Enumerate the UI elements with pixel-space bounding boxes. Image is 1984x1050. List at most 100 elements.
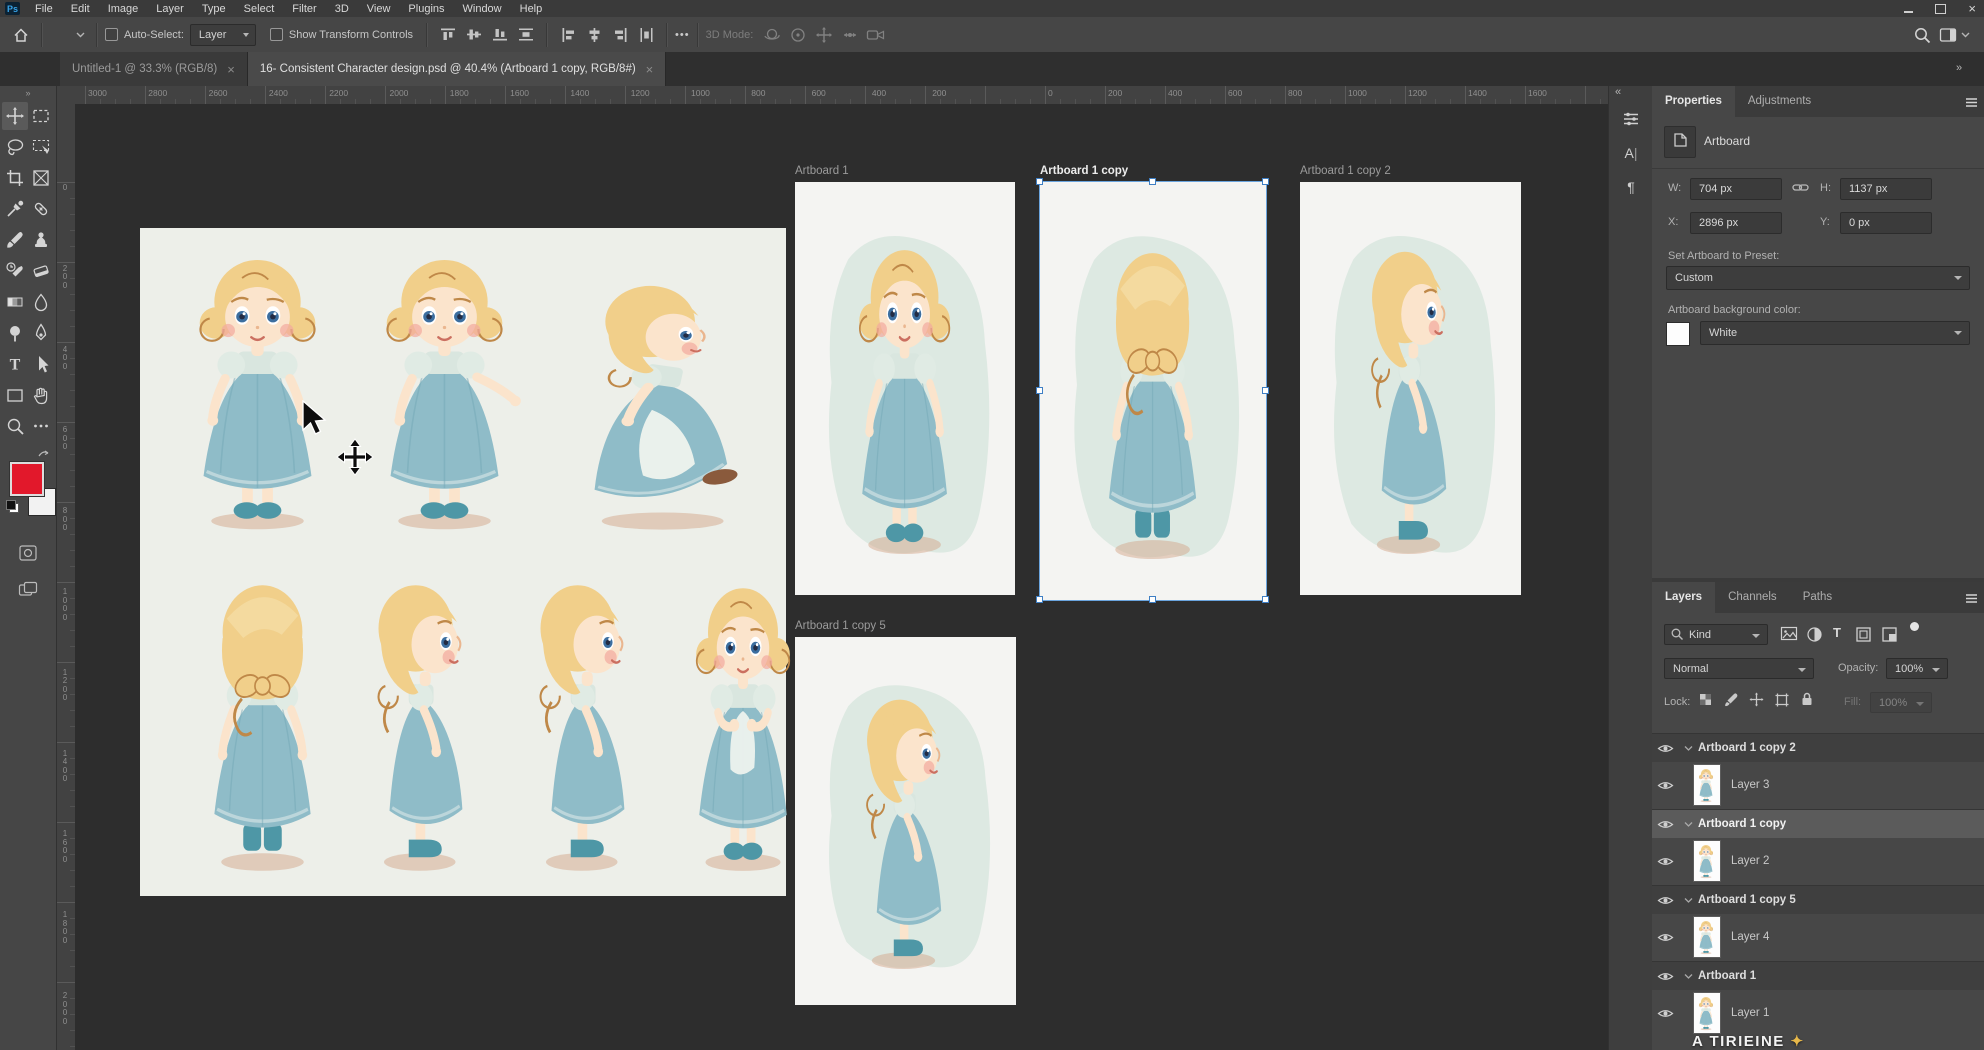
menu-edit[interactable]: Edit: [62, 2, 99, 16]
artboard-1[interactable]: [795, 182, 1015, 595]
canvas-area[interactable]: Artboard 1 Artboard 1 copy Artboard 1 copy…: [75, 104, 1608, 1050]
filter-pixel-layers-icon[interactable]: [1780, 626, 1798, 646]
opacity-dropdown[interactable]: 100%: [1886, 658, 1948, 679]
transform-handle[interactable]: [1036, 596, 1043, 603]
search-icon[interactable]: [1909, 23, 1935, 47]
close-tab-icon[interactable]: ×: [646, 62, 654, 77]
ruler-origin-corner[interactable]: [57, 86, 76, 105]
tab-properties[interactable]: Properties: [1652, 86, 1735, 117]
foreground-color-swatch[interactable]: [10, 462, 44, 496]
tool-rectangular-marquee[interactable]: [28, 102, 54, 130]
default-colors-icon[interactable]: [6, 500, 19, 513]
tool-eraser[interactable]: [28, 257, 54, 285]
more-align-options-button[interactable]: •••: [675, 29, 690, 41]
blend-mode-dropdown[interactable]: Normal: [1664, 658, 1814, 679]
tool-zoom[interactable]: [2, 412, 28, 440]
tool-dodge[interactable]: [2, 319, 28, 347]
tool-healing-brush[interactable]: [28, 195, 54, 223]
align-bottom-icon[interactable]: [487, 23, 513, 47]
filter-smart-objects-icon[interactable]: [1881, 626, 1898, 648]
chevron-down-icon[interactable]: [1961, 29, 1970, 41]
close-button[interactable]: ×: [1968, 2, 1976, 15]
align-vertical-centers-icon[interactable]: [461, 23, 487, 47]
layer-row[interactable]: Layer 2: [1652, 837, 1984, 885]
layer-thumbnail[interactable]: [1693, 916, 1721, 958]
panel-menu-icon[interactable]: [1958, 586, 1984, 610]
tool-lasso[interactable]: [2, 133, 28, 161]
visibility-eye-icon[interactable]: [1652, 1008, 1678, 1019]
tool-move[interactable]: [2, 102, 28, 130]
toolbar-collapse-icon[interactable]: »: [0, 86, 56, 98]
reference-sheet-image[interactable]: [140, 228, 786, 896]
menu-plugins[interactable]: Plugins: [399, 2, 453, 16]
expand-chevron-icon[interactable]: [1678, 745, 1698, 752]
artboard-name-label[interactable]: Artboard 1: [795, 165, 849, 177]
artboard-name-label[interactable]: Artboard 1 copy: [1040, 165, 1128, 177]
tool-object-selection[interactable]: [28, 133, 54, 161]
visibility-eye-icon[interactable]: [1652, 819, 1678, 830]
transform-handle[interactable]: [1036, 178, 1043, 185]
chevron-down-icon[interactable]: [76, 29, 85, 41]
menu-file[interactable]: File: [26, 2, 62, 16]
link-dimensions-icon[interactable]: [1792, 180, 1809, 200]
vertical-ruler[interactable]: 0200400600800100012001400160018002000: [57, 104, 76, 1050]
filter-type-layers-icon[interactable]: T: [1833, 625, 1841, 640]
tool-pen[interactable]: [28, 319, 54, 347]
layer-row-artboard[interactable]: Artboard 1: [1652, 961, 1984, 990]
horizontal-ruler[interactable]: 3000280026002400220020001800160014001200…: [75, 86, 1608, 105]
visibility-eye-icon[interactable]: [1652, 971, 1678, 982]
minimize-button[interactable]: [1904, 11, 1913, 13]
tool-history-brush[interactable]: [2, 257, 28, 285]
tool-more-tools[interactable]: [28, 412, 54, 440]
lock-all-icon[interactable]: [1800, 691, 1814, 712]
layer-row[interactable]: Layer 3: [1652, 761, 1984, 809]
move-tool-icon[interactable]: [50, 23, 76, 47]
align-left-icon[interactable]: [555, 23, 581, 47]
visibility-eye-icon[interactable]: [1652, 780, 1678, 791]
transform-handle[interactable]: [1262, 387, 1269, 394]
transform-handle[interactable]: [1149, 596, 1156, 603]
transform-handle[interactable]: [1036, 387, 1043, 394]
tool-eyedropper[interactable]: [2, 195, 28, 223]
layer-row-artboard[interactable]: Artboard 1 copy: [1652, 809, 1984, 838]
distribute-vertical-icon[interactable]: [513, 23, 539, 47]
transform-handle[interactable]: [1149, 178, 1156, 185]
tab-channels[interactable]: Channels: [1715, 582, 1790, 613]
layer-thumbnail[interactable]: [1693, 764, 1721, 806]
artboard-1-copy[interactable]: [1040, 182, 1266, 600]
show-transform-checkbox[interactable]: [270, 28, 283, 41]
visibility-eye-icon[interactable]: [1652, 895, 1678, 906]
document-tab-0[interactable]: Untitled-1 @ 33.3% (RGB/8)×: [60, 52, 248, 86]
lock-pixels-icon[interactable]: [1724, 692, 1739, 712]
auto-select-target-dropdown[interactable]: Layer: [190, 24, 256, 46]
lock-transparency-icon[interactable]: [1698, 692, 1713, 712]
artboard-name-label[interactable]: Artboard 1 copy 2: [1300, 165, 1391, 177]
layer-row-artboard[interactable]: Artboard 1 copy 2: [1652, 733, 1984, 762]
layer-thumbnail[interactable]: [1693, 992, 1721, 1034]
artboard-1-copy-5[interactable]: [795, 637, 1016, 1005]
artboard-1-copy-2[interactable]: [1300, 182, 1521, 595]
tool-clone-stamp[interactable]: [28, 226, 54, 254]
tool-gradient[interactable]: [2, 288, 28, 316]
filter-toggle-icon[interactable]: [1910, 622, 1919, 631]
align-horizontal-centers-icon[interactable]: [581, 23, 607, 47]
layer-row[interactable]: Layer 4: [1652, 913, 1984, 961]
tool-frame[interactable]: [28, 164, 54, 192]
artboard-bg-swatch[interactable]: [1666, 322, 1690, 346]
tool-type[interactable]: T: [2, 350, 28, 378]
filter-shape-layers-icon[interactable]: [1855, 626, 1872, 648]
menu-3d[interactable]: 3D: [326, 2, 358, 16]
align-top-icon[interactable]: [435, 23, 461, 47]
home-icon[interactable]: [8, 23, 34, 47]
screen-mode-icon[interactable]: [18, 581, 38, 602]
panel-menu-icon[interactable]: [1958, 90, 1984, 114]
menu-select[interactable]: Select: [235, 2, 284, 16]
menu-help[interactable]: Help: [511, 2, 552, 16]
menu-filter[interactable]: Filter: [283, 2, 325, 16]
height-field[interactable]: 1137 px: [1840, 178, 1932, 200]
auto-select-checkbox[interactable]: [105, 28, 118, 41]
visibility-eye-icon[interactable]: [1652, 743, 1678, 754]
paragraph-panel-icon[interactable]: ¶: [1609, 170, 1653, 204]
filter-adjustment-layers-icon[interactable]: [1806, 626, 1823, 648]
tool-crop[interactable]: [2, 164, 28, 192]
